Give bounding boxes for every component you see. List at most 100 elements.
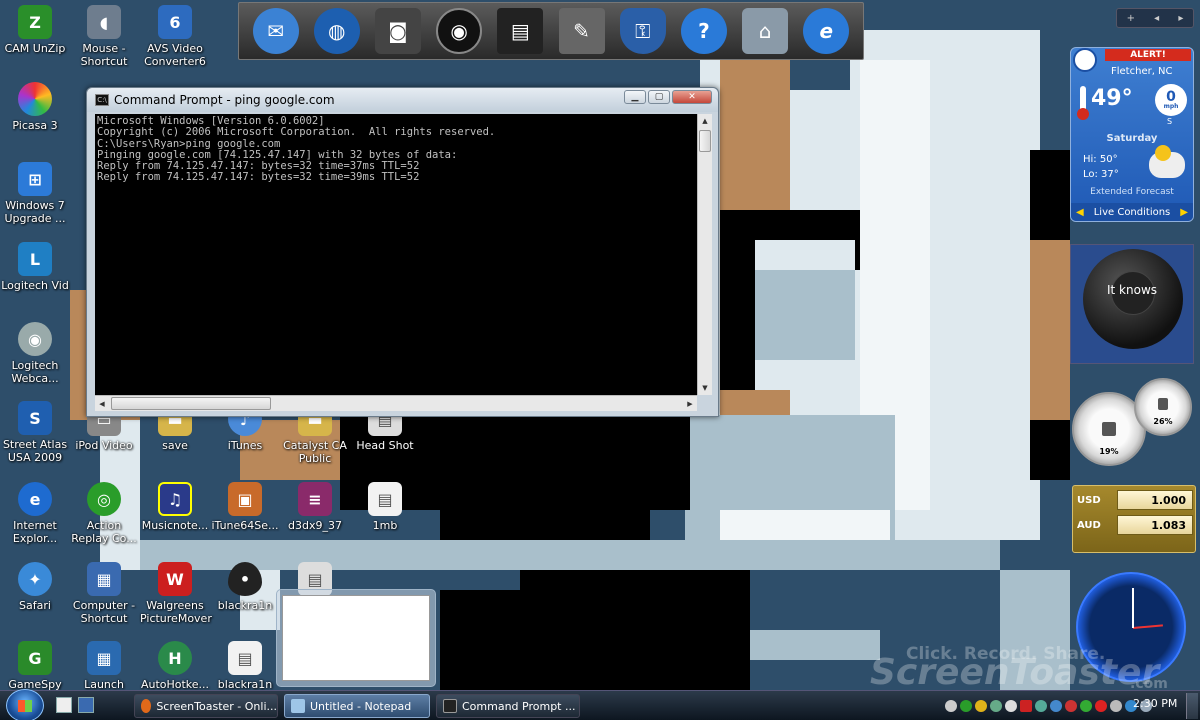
windows7-icon: ⊞: [18, 162, 52, 196]
tray-app-icon[interactable]: [1065, 700, 1077, 712]
desktop-icon-avs-converter[interactable]: 6 AVS Video Converter6: [140, 5, 210, 68]
watermark-brand: ScreenToaster: [870, 652, 1160, 693]
scroll-down-icon[interactable]: ▼: [698, 381, 712, 395]
desktop-icon-blackrain[interactable]: • blackra1n: [210, 562, 280, 612]
scroll-thumb[interactable]: [111, 397, 271, 410]
shield-icon[interactable]: ⚿: [619, 8, 666, 54]
taskbar: ScreenToaster - Onli... Untitled - Notep…: [0, 689, 1200, 720]
forecast-high: Hi: 50°: [1083, 154, 1118, 165]
desktop-icon-windows7-upgrade[interactable]: ⊞ Windows 7 Upgrade ...: [0, 162, 70, 225]
clapper-icon[interactable]: ▤: [497, 8, 544, 54]
mail-icon[interactable]: ✉: [252, 8, 299, 54]
desktop-icon-logitech-webcam[interactable]: ◉ Logitech Webca...: [0, 322, 70, 385]
cpu-meter-gadget[interactable]: 19% 26%: [1070, 378, 1194, 466]
start-button[interactable]: [6, 689, 44, 720]
previous-page-button[interactable]: ◂: [1154, 13, 1159, 24]
show-desktop-icon[interactable]: [56, 697, 72, 713]
network-icon[interactable]: [1050, 700, 1062, 712]
tray-app-icon[interactable]: [1110, 700, 1122, 712]
desktop-icon-action-replay[interactable]: ◎ Action Replay Co...: [69, 482, 139, 545]
trash-icon[interactable]: ⌂: [742, 8, 789, 54]
taskbar-button-label: Untitled - Notepad: [310, 699, 412, 713]
ie-icon: e: [18, 482, 52, 516]
scroll-up-icon[interactable]: ▲: [698, 114, 712, 128]
previous-arrow-icon[interactable]: ◀: [1076, 207, 1084, 218]
system-tray: [945, 695, 1152, 717]
taskbar-button-screentoaster[interactable]: ScreenToaster - Onli...: [134, 694, 278, 718]
tray-app-icon[interactable]: [1080, 700, 1092, 712]
notepad-thumbnail-preview[interactable]: [276, 589, 436, 687]
desktop-icon-computer-shortcut[interactable]: ▦ Computer - Shortcut: [69, 562, 139, 625]
desktop-icon-camunzip[interactable]: Z CAM UnZip: [0, 5, 70, 55]
desktop-icon-mouse-shortcut[interactable]: ◖ Mouse - Shortcut: [69, 5, 139, 68]
scroll-left-icon[interactable]: ◀: [95, 396, 109, 411]
desktop-icon-autohotkey[interactable]: H AutoHotke...: [140, 641, 210, 691]
tray-app-icon[interactable]: [975, 700, 987, 712]
logitech-icon: L: [18, 242, 52, 276]
command-prompt-window[interactable]: C:\ Command Prompt - ping google.com ▁ ▢…: [86, 87, 719, 417]
horizontal-scrollbar[interactable]: ◀ ▶: [95, 395, 697, 411]
desktop-icon-internet-explorer[interactable]: e Internet Explor...: [0, 482, 70, 545]
desktop-icon-itune64setup[interactable]: ▣ iTune64Se...: [210, 482, 280, 532]
action-replay-icon: ◎: [87, 482, 121, 516]
blackrain-icon: •: [228, 562, 262, 596]
desktop-icon-walgreens[interactable]: W Walgreens PictureMover: [140, 562, 212, 625]
weather-alert[interactable]: ALERT!: [1105, 49, 1191, 61]
scroll-right-icon[interactable]: ▶: [683, 396, 697, 411]
globe-icon[interactable]: ◍: [313, 8, 360, 54]
console-output[interactable]: Microsoft Windows [Version 6.0.6002] Copy…: [95, 114, 697, 395]
camera-icon[interactable]: ◙: [374, 8, 421, 54]
currency-gadget[interactable]: USD 1.000 AUD 1.083: [1072, 485, 1196, 553]
speaker-icon[interactable]: ◉: [436, 8, 483, 54]
notepad-preview-page: [282, 595, 430, 681]
ati-icon[interactable]: [1020, 700, 1032, 712]
firefox-icon: [141, 699, 152, 713]
tray-app-icon[interactable]: [1035, 700, 1047, 712]
console-line: Copyright (c) 2006 Microsoft Corporation…: [97, 126, 496, 139]
desktop-icon-d3dx9[interactable]: ≡ d3dx9_37: [280, 482, 350, 532]
magic-8-ball-gadget[interactable]: It knows: [1070, 244, 1194, 364]
currency-row[interactable]: AUD 1.083: [1077, 514, 1193, 536]
forecast-low: Lo: 37°: [1083, 169, 1119, 180]
taskbar-button-command-prompt[interactable]: Command Prompt ...: [436, 694, 580, 718]
minimize-button[interactable]: ▁: [624, 90, 646, 104]
currency-row[interactable]: USD 1.000: [1077, 489, 1193, 511]
live-conditions-link[interactable]: Live Conditions: [1094, 207, 1171, 218]
memory-percent: 26%: [1153, 417, 1173, 426]
help-icon[interactable]: ?: [680, 8, 727, 54]
archive-icon: ≡: [298, 482, 332, 516]
next-arrow-icon[interactable]: ▶: [1180, 207, 1188, 218]
ie-icon[interactable]: e: [803, 8, 850, 54]
next-page-button[interactable]: ▸: [1178, 13, 1183, 24]
wind-compass: 0 mph: [1155, 84, 1187, 116]
close-button[interactable]: ✕: [672, 90, 712, 104]
desktop-icon-logitech-vid[interactable]: L Logitech Vid: [0, 242, 70, 292]
show-desktop-button[interactable]: [1186, 693, 1198, 719]
switch-windows-icon[interactable]: [78, 697, 94, 713]
vertical-scrollbar[interactable]: ▲ ▼: [697, 114, 712, 395]
weather-city: Fletcher, NC: [1111, 66, 1173, 77]
desktop-icon-picasa[interactable]: Picasa 3: [0, 82, 70, 132]
tray-app-icon[interactable]: [945, 700, 957, 712]
maximize-button[interactable]: ▢: [648, 90, 670, 104]
tray-app-icon[interactable]: [990, 700, 1002, 712]
extended-forecast-link[interactable]: Extended Forecast: [1071, 187, 1193, 197]
desktop-icon-blackrain-file[interactable]: ▤ blackra1n: [210, 641, 280, 691]
weather-gadget[interactable]: ALERT! Fletcher, NC 49° 0 mph S Saturday …: [1070, 47, 1194, 222]
tray-app-icon[interactable]: [1095, 700, 1107, 712]
tray-app-icon[interactable]: [960, 700, 972, 712]
wind-unit: mph: [1163, 103, 1179, 110]
taskbar-clock[interactable]: 2:30 PM: [1133, 697, 1177, 710]
desktop-icon-musicnote[interactable]: ♫ Musicnote...: [140, 482, 210, 532]
scroll-thumb[interactable]: [699, 130, 711, 152]
desktop-icon-street-atlas[interactable]: S Street Atlas USA 2009: [0, 401, 70, 464]
desktop-icon-1mb[interactable]: ▤ 1mb: [350, 482, 420, 532]
tray-app-icon[interactable]: [1005, 700, 1017, 712]
desktop-icon-safari[interactable]: ✦ Safari: [0, 562, 70, 612]
camunzip-icon: Z: [18, 5, 52, 39]
pencil-cup-icon[interactable]: ✎: [558, 8, 605, 54]
notepad-icon: [291, 699, 305, 713]
add-gadget-button[interactable]: +: [1127, 13, 1135, 24]
wallpaper-block: [1030, 240, 1070, 420]
taskbar-button-notepad[interactable]: Untitled - Notepad: [284, 694, 430, 718]
